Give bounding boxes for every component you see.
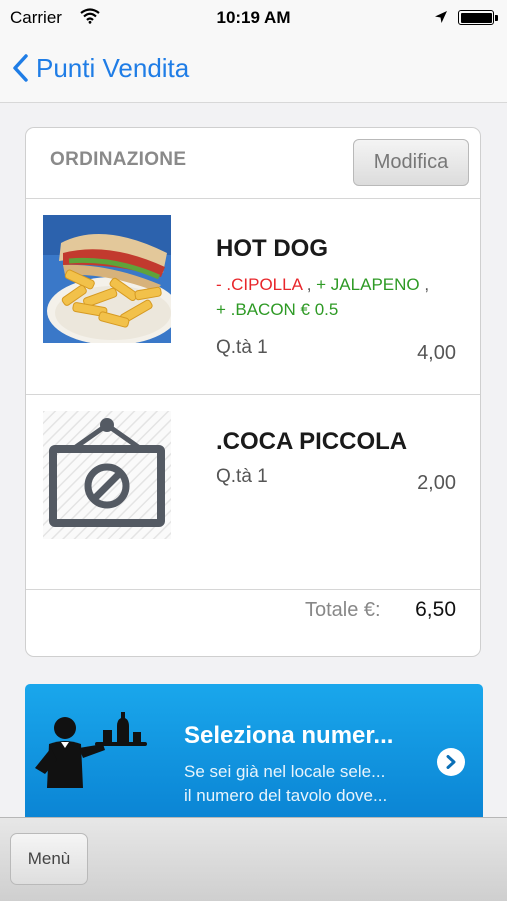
status-bar: Carrier 10:19 AM: [0, 0, 507, 36]
order-item[interactable]: HOT DOG - .CIPOLLA , + JALAPENO , + .BAC…: [26, 199, 480, 395]
item-price: 4,00: [417, 342, 456, 364]
order-item[interactable]: .COCA PICCOLA Q.tà 1 2,00: [26, 395, 480, 590]
select-table-banner[interactable]: Seleziona numer... Se sei già nel locale…: [25, 684, 483, 824]
chevron-right-icon[interactable]: [437, 748, 465, 776]
order-card: ORDINAZIONE Modifica HOT DOG - .CIPOLLA …: [25, 127, 481, 657]
banner-line: Se sei già nel locale sele...: [184, 762, 386, 781]
banner-title: Seleziona numer...: [184, 722, 394, 749]
menu-button[interactable]: Menù: [10, 833, 88, 885]
chevron-left-icon: [13, 54, 28, 82]
banner-description: Se sei già nel locale sele... il numero …: [184, 760, 387, 808]
waiter-icon: [35, 712, 147, 788]
location-arrow-icon: [434, 9, 448, 29]
item-name: HOT DOG: [216, 235, 328, 262]
item-modifiers: - .CIPOLLA , + JALAPENO , + .BACON € 0.5: [216, 275, 430, 319]
item-price: 2,00: [417, 472, 456, 494]
back-button[interactable]: Punti Vendita: [12, 50, 189, 86]
clock: 10:19 AM: [216, 8, 291, 27]
battery-icon: [458, 10, 498, 25]
hot-dog-photo: [43, 215, 171, 343]
total-value: 6,50: [415, 598, 456, 621]
bottom-toolbar: Menù: [0, 817, 507, 901]
item-quantity: Q.tà 1: [216, 337, 268, 358]
no-image-placeholder-icon: [43, 411, 171, 539]
total-label: Totale €:: [305, 599, 381, 621]
order-header: ORDINAZIONE Modifica: [26, 128, 480, 199]
modifier-removed: - .CIPOLLA: [216, 275, 302, 294]
banner-line: il numero del tavolo dove...: [184, 786, 388, 805]
modifier-added: + JALAPENO: [316, 275, 420, 294]
item-quantity: Q.tà 1: [216, 466, 268, 487]
edit-order-button[interactable]: Modifica: [353, 139, 469, 186]
item-name: .COCA PICCOLA: [216, 428, 408, 455]
order-title: ORDINAZIONE: [50, 149, 187, 170]
navigation-bar: Punti Vendita: [0, 36, 507, 103]
modifier-added: + .BACON € 0.5: [216, 300, 339, 319]
back-label: Punti Vendita: [36, 52, 190, 83]
